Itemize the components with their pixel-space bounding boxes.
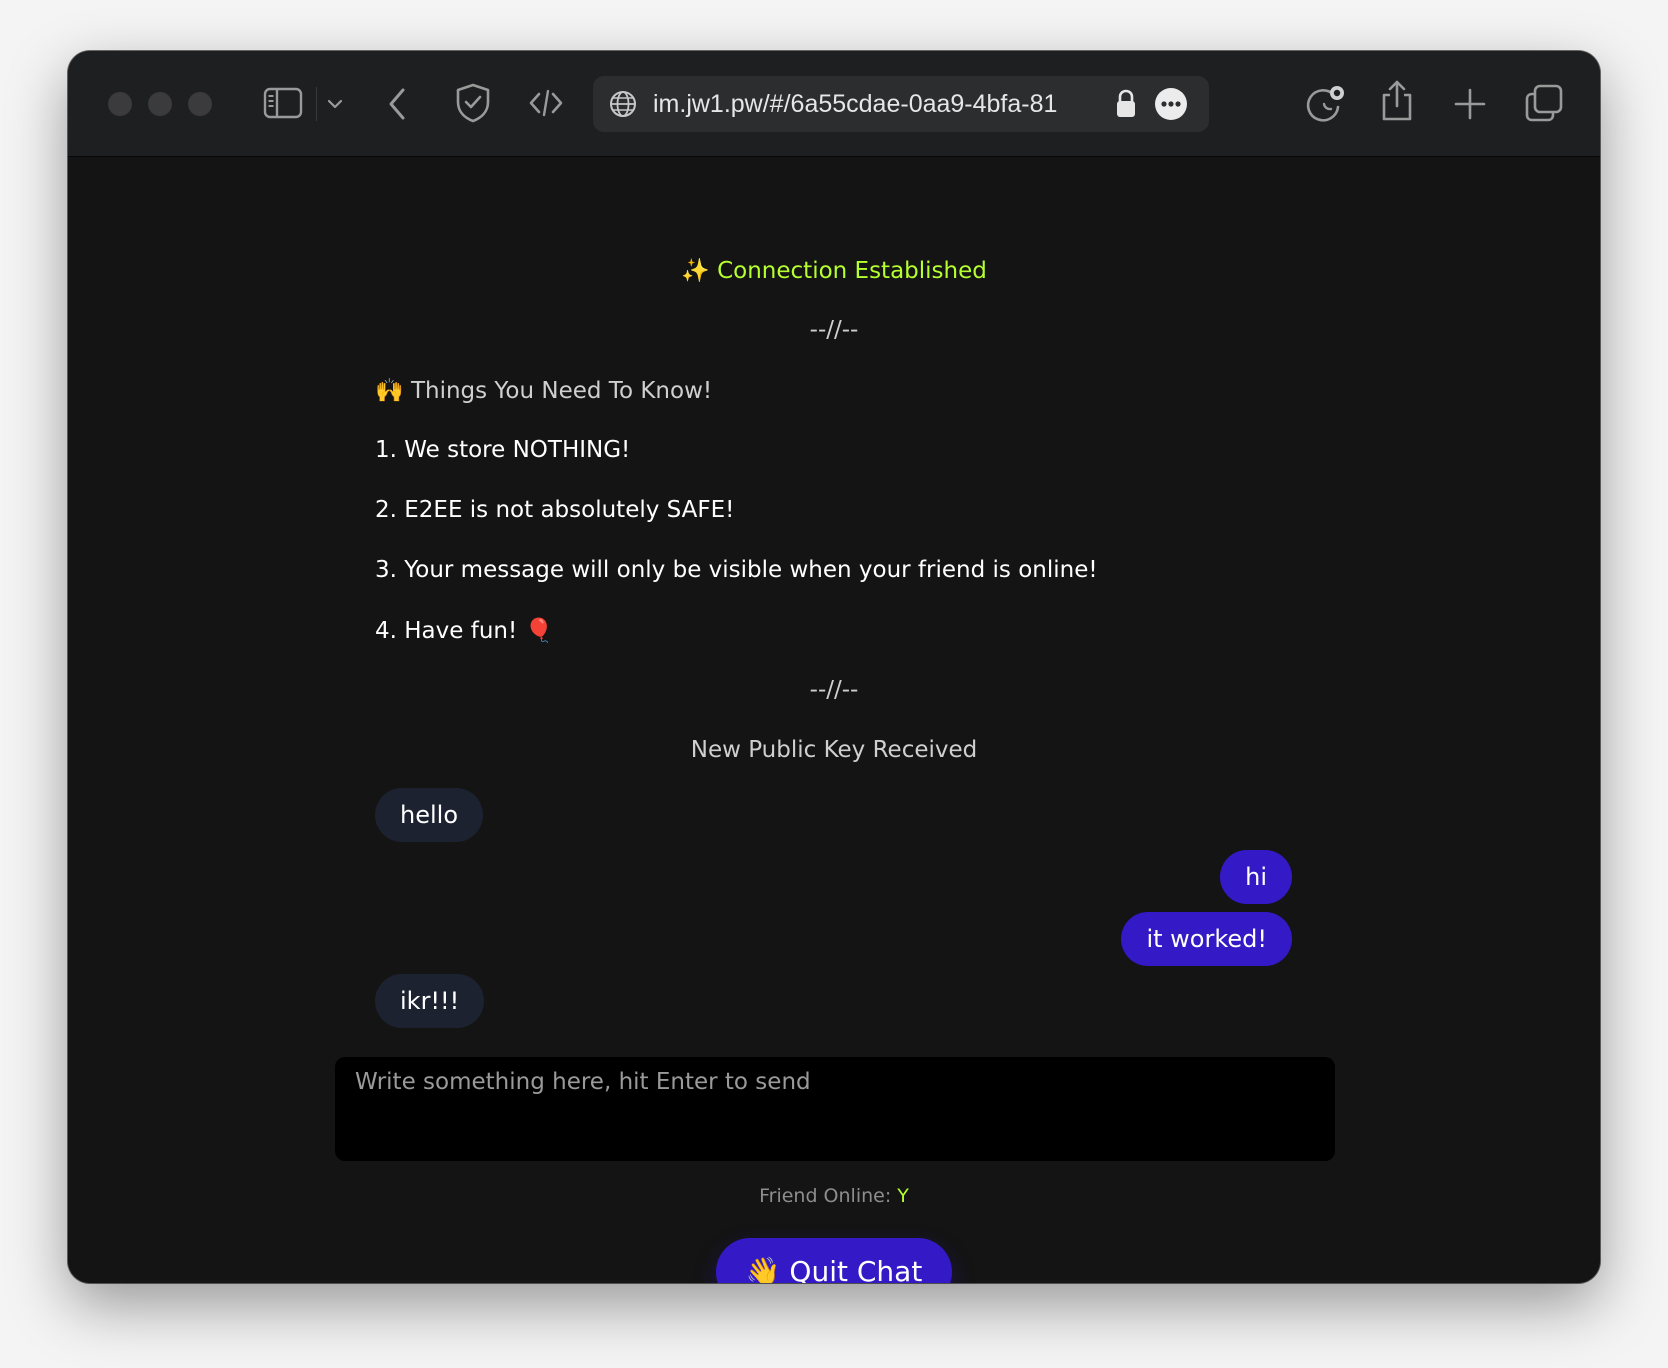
chat-page: ✨ Connection Established --//-- 🙌 Things… <box>68 157 1600 1283</box>
friend-online-value: Y <box>897 1185 909 1207</box>
tabs-icon[interactable] <box>1524 83 1564 123</box>
notice-rule: 4. Have fun! 🎈 <box>375 618 554 644</box>
browser-toolbar: im.jw1.pw/#/6a55cdae-0aa9-4bfa-81 <box>68 51 1600 157</box>
divider: --//-- <box>809 677 859 703</box>
notice-rule: 3. Your message will only be visible whe… <box>375 557 1098 583</box>
close-window-button[interactable] <box>108 92 132 116</box>
incoming-message: hello <box>375 788 483 842</box>
message-composer[interactable] <box>335 1057 1335 1161</box>
connection-status: ✨ Connection Established <box>681 258 987 284</box>
new-tab-icon[interactable] <box>1453 87 1487 121</box>
shield-icon[interactable] <box>453 81 493 125</box>
toolbar-separator <box>316 87 317 121</box>
quit-chat-button[interactable]: 👋 Quit Chat <box>716 1238 952 1283</box>
globe-icon <box>610 91 636 117</box>
code-icon[interactable] <box>528 85 564 121</box>
browser-window: im.jw1.pw/#/6a55cdae-0aa9-4bfa-81 ✨ Conn… <box>68 51 1600 1283</box>
share-icon[interactable] <box>1379 79 1415 123</box>
address-bar[interactable]: im.jw1.pw/#/6a55cdae-0aa9-4bfa-81 <box>593 76 1209 132</box>
friend-online-status: Friend Online: Y <box>68 1185 1600 1207</box>
outgoing-message: it worked! <box>1121 912 1292 966</box>
minimize-window-button[interactable] <box>148 92 172 116</box>
notice-rule: 1. We store NOTHING! <box>375 437 631 463</box>
extension-icon[interactable] <box>1304 83 1348 125</box>
url-text[interactable]: im.jw1.pw/#/6a55cdae-0aa9-4bfa-81 <box>653 76 1108 132</box>
sidebar-icon[interactable] <box>263 85 303 121</box>
notice-rule: 2. E2EE is not absolutely SAFE! <box>375 497 735 523</box>
outgoing-message: hi <box>1220 850 1292 904</box>
zoom-window-button[interactable] <box>188 92 212 116</box>
message-input[interactable] <box>335 1057 1335 1161</box>
notice-title: 🙌 Things You Need To Know! <box>375 378 713 404</box>
screen: im.jw1.pw/#/6a55cdae-0aa9-4bfa-81 ✨ Conn… <box>0 0 1668 1368</box>
back-icon[interactable] <box>384 85 412 123</box>
key-received-notice: New Public Key Received <box>690 737 978 763</box>
incoming-message: ikr!!! <box>375 974 485 1028</box>
more-icon[interactable] <box>1154 87 1188 121</box>
friend-online-label: Friend Online: <box>759 1185 898 1207</box>
lock-icon <box>1117 89 1135 117</box>
divider: --//-- <box>809 317 859 343</box>
chevron-down-icon[interactable] <box>326 95 344 113</box>
